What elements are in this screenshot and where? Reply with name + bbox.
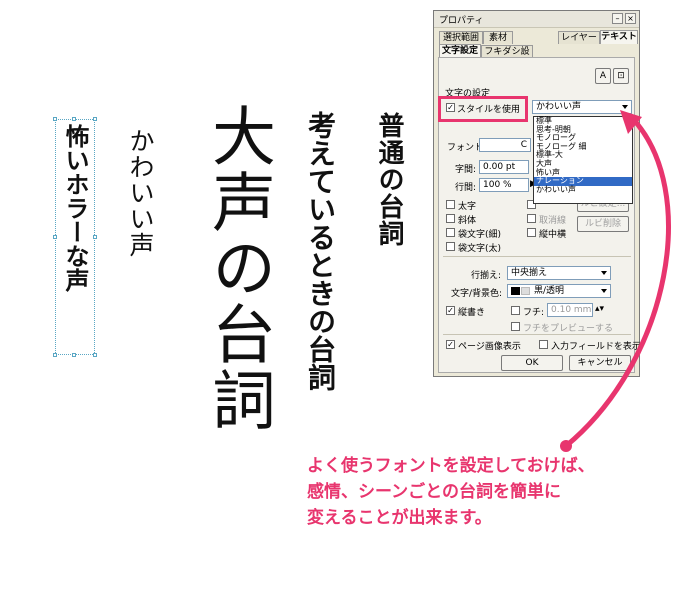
annotation-line: よく使うフォントを設定しておけば、 [307, 456, 595, 476]
annotation-note: よく使うフォントを設定しておけば、 感情、シーンごとの台詞を簡単に 変えることが… [307, 453, 595, 531]
annotation-line: 感情、シーンごとの台詞を簡単に [307, 482, 561, 502]
arrow-curve [563, 115, 671, 449]
arrow-tail-dot [560, 440, 572, 452]
annotation-line: 変えることが出来ます。 [307, 508, 492, 528]
